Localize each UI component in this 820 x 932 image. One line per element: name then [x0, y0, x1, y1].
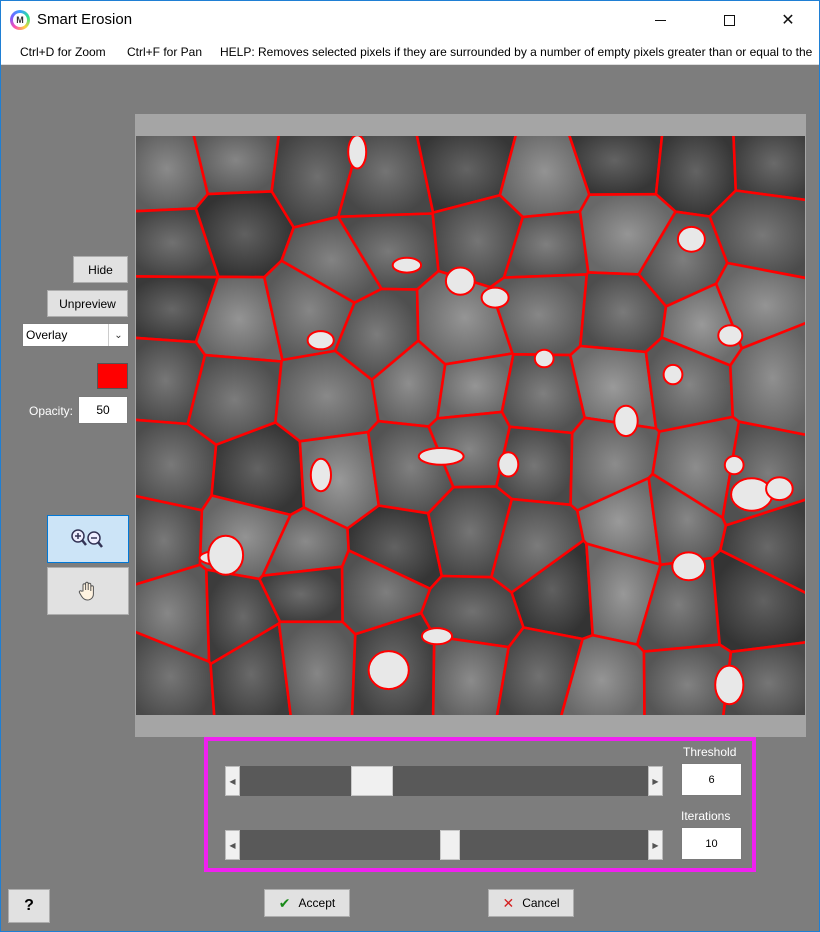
checkmark-icon: ✔ — [278, 894, 291, 911]
iterations-increase-icon[interactable]: ▶ — [648, 830, 663, 860]
app-icon-letter: M — [13, 13, 27, 27]
close-button[interactable]: ✕ — [765, 1, 811, 39]
bright-particle — [717, 324, 744, 347]
bright-particle — [309, 457, 332, 493]
hand-pan-icon — [78, 581, 94, 601]
zoom-in-out-icon — [71, 529, 103, 548]
microstructure-image — [136, 136, 805, 715]
accept-button[interactable]: ✔ Accept — [264, 889, 350, 917]
close-icon: ✕ — [781, 12, 795, 29]
window-title: Smart Erosion — [37, 11, 133, 28]
parameters-panel: ◀ ▶ Threshold 6 ◀ ▶ Iterations 10 — [204, 737, 756, 872]
iterations-slider-thumb[interactable] — [440, 830, 460, 860]
zoom-hint: Ctrl+D for Zoom — [20, 45, 106, 59]
bright-particle — [391, 256, 423, 274]
overlay-color-swatch[interactable] — [97, 363, 128, 389]
bright-particle — [765, 476, 794, 502]
maximize-icon — [723, 14, 735, 26]
help-text: HELP: Removes selected pixels if they ar… — [220, 45, 813, 59]
unpreview-button[interactable]: Unpreview — [47, 290, 128, 317]
grain-cell — [568, 344, 658, 430]
iterations-input[interactable]: 10 — [681, 827, 742, 860]
threshold-label: Threshold — [683, 745, 737, 759]
maximize-button[interactable] — [706, 1, 752, 39]
bright-particle — [662, 363, 684, 386]
overlay-mode-value: Overlay — [26, 328, 68, 342]
bright-particle — [730, 477, 774, 512]
bright-particle — [676, 225, 706, 253]
grain-cell — [431, 634, 511, 715]
bright-particle — [207, 534, 245, 576]
menu-bar: Ctrl+D for Zoom Ctrl+F for Pan HELP: Rem… — [1, 39, 819, 65]
image-viewport[interactable] — [136, 136, 805, 715]
bright-particle — [444, 266, 476, 296]
bright-particle — [613, 404, 639, 438]
minimize-button[interactable] — [637, 1, 683, 39]
chevron-down-icon: ⌄ — [108, 324, 128, 346]
cancel-x-icon: ✕ — [502, 894, 515, 911]
opacity-input[interactable]: 50 — [78, 396, 128, 424]
bright-particle — [533, 348, 555, 369]
pan-tool-button[interactable] — [47, 567, 129, 615]
threshold-input[interactable]: 6 — [681, 763, 742, 796]
title-bar: M Smart Erosion ✕ — [1, 1, 819, 39]
pan-hint: Ctrl+F for Pan — [127, 45, 203, 59]
opacity-label: Opacity: — [29, 404, 74, 418]
bright-particle — [347, 136, 368, 170]
bright-particle — [306, 330, 335, 351]
bright-particle — [417, 447, 465, 466]
threshold-increase-icon[interactable]: ▶ — [648, 766, 663, 796]
bright-particle — [367, 650, 410, 691]
overlay-mode-select[interactable]: Overlay ⌄ — [22, 323, 129, 347]
threshold-decrease-icon[interactable]: ◀ — [225, 766, 240, 796]
minimize-icon — [654, 19, 666, 21]
zoom-tool-button[interactable] — [47, 515, 129, 563]
bright-particle — [480, 286, 510, 309]
grain-cell — [277, 620, 357, 715]
cancel-label: Cancel — [522, 896, 560, 910]
bright-particle — [420, 627, 454, 646]
iterations-label: Iterations — [681, 809, 731, 823]
app-icon: M — [10, 10, 30, 30]
iterations-slider[interactable]: ◀ ▶ — [225, 830, 663, 860]
hide-button[interactable]: Hide — [73, 256, 128, 283]
smart-erosion-window: M Smart Erosion ✕ Ctrl+D for Zoom Ctrl+F… — [0, 0, 820, 932]
accept-label: Accept — [298, 896, 336, 910]
grain-cell — [192, 136, 281, 196]
bright-particle — [723, 455, 745, 476]
cancel-button[interactable]: ✕ Cancel — [488, 889, 574, 917]
iterations-decrease-icon[interactable]: ◀ — [225, 830, 240, 860]
bright-particle — [714, 664, 745, 706]
threshold-slider[interactable]: ◀ ▶ — [225, 766, 663, 796]
threshold-slider-thumb[interactable] — [351, 766, 393, 796]
bright-particle — [497, 451, 520, 478]
help-button[interactable]: ? — [8, 889, 50, 923]
bright-particle — [671, 551, 707, 582]
